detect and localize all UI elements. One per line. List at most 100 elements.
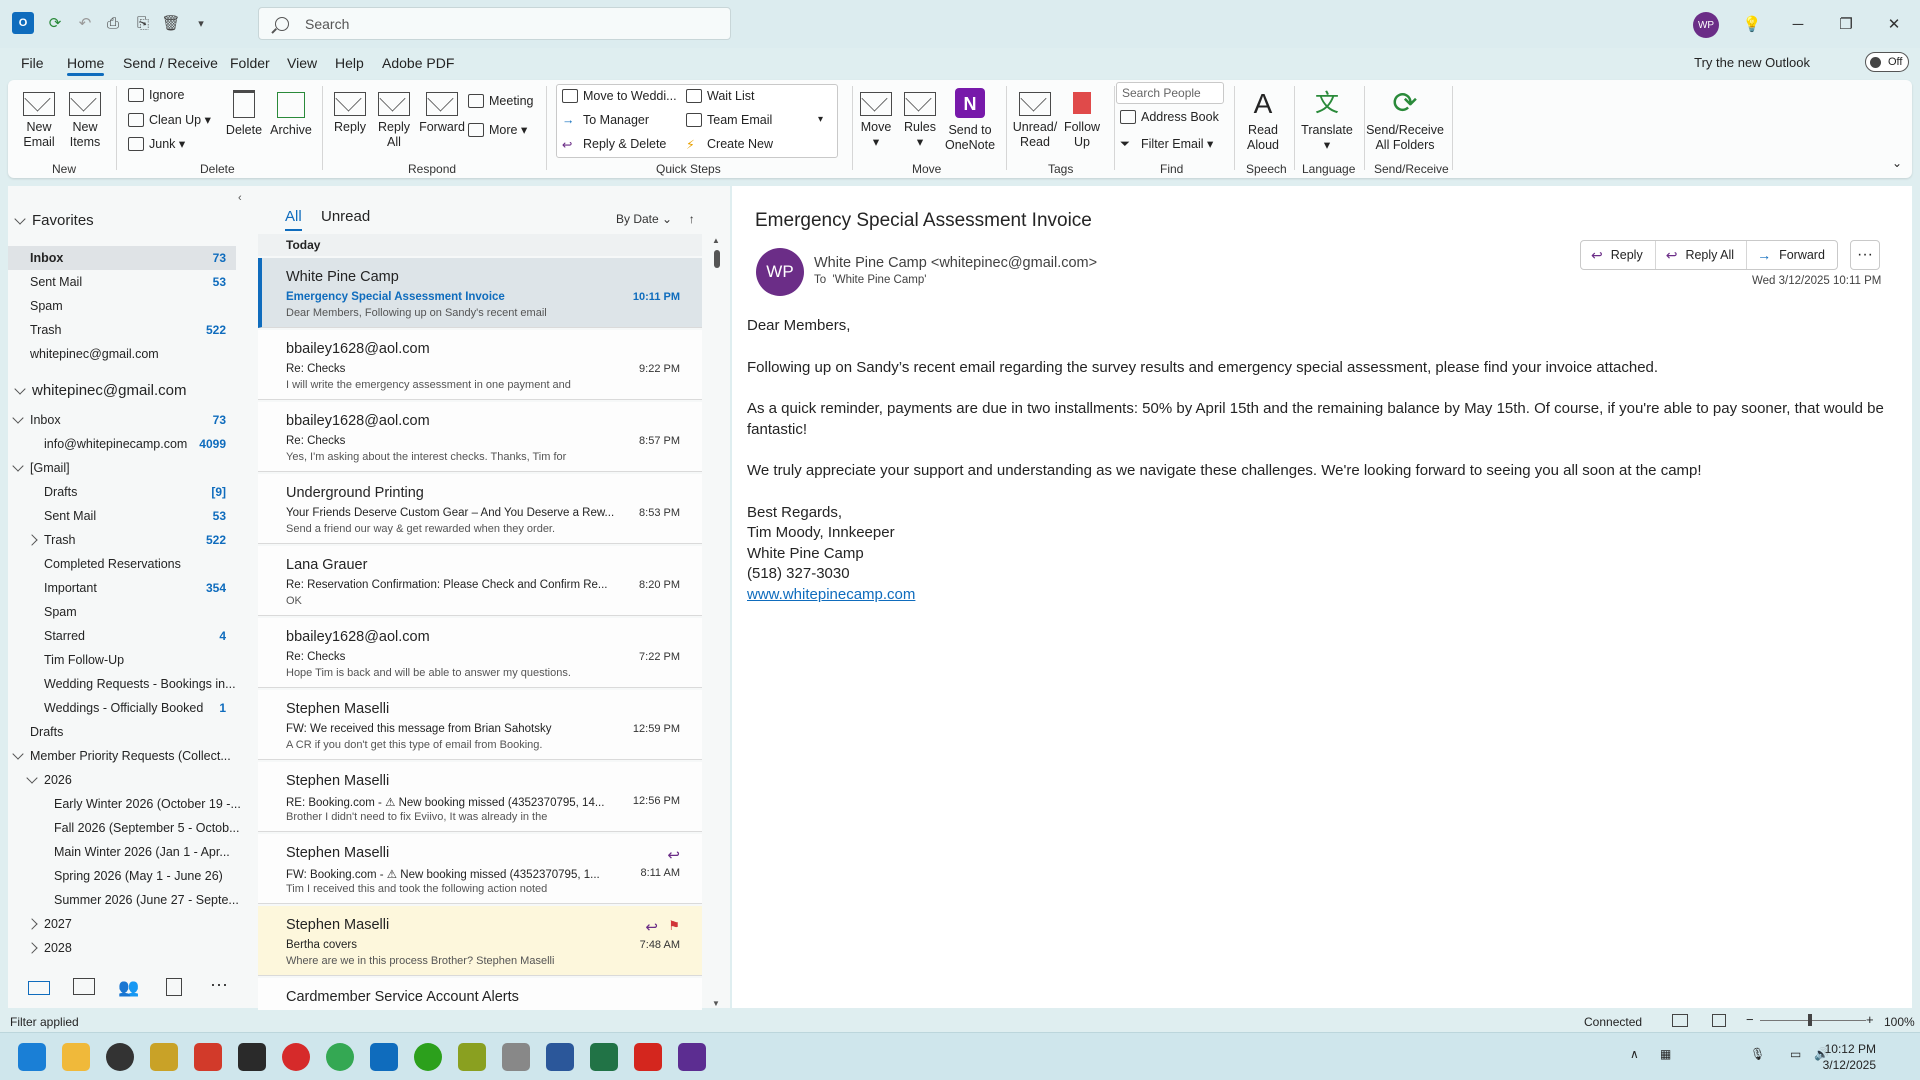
group-header-today[interactable]: Today	[258, 234, 702, 256]
acrobat-icon[interactable]	[634, 1043, 662, 1071]
new-items-button[interactable]: New Items	[64, 88, 106, 150]
filter-email-button[interactable]: ⏷ Filter Email ▾	[1120, 136, 1213, 152]
folder-item[interactable]: Completed Reservations	[8, 552, 236, 576]
folder-item[interactable]: Main Winter 2026 (Jan 1 - Apr...	[8, 840, 236, 864]
junk-button[interactable]: Junk ▾	[128, 136, 185, 151]
sort-direction-icon[interactable]: ↑	[689, 212, 695, 226]
calendar-icon[interactable]	[73, 978, 95, 995]
menu-view[interactable]: View	[287, 55, 317, 71]
reply-action-button[interactable]: ↩ Reply	[1581, 241, 1656, 269]
app-icon-notes[interactable]	[150, 1043, 178, 1071]
menu-file[interactable]: File	[21, 55, 44, 71]
taskbar-clock[interactable]: 10:12 PM 3/12/2025	[1823, 1041, 1876, 1073]
folder-item[interactable]: 2028	[8, 936, 236, 960]
quick-print-icon[interactable]: ⎘	[132, 12, 154, 34]
folder-item[interactable]: 2027	[8, 912, 236, 936]
favorite-item[interactable]: Spam	[8, 294, 236, 318]
move-button[interactable]: Move ▾	[856, 88, 896, 150]
folder-item[interactable]: Inbox 73	[8, 408, 236, 432]
forward-button[interactable]: Forward	[418, 88, 466, 135]
chrome-icon[interactable]	[326, 1043, 354, 1071]
qs-to-manager[interactable]: → To Manager	[562, 113, 649, 127]
microphone-icon[interactable]: 🎙	[1750, 1047, 1765, 1061]
folder-item[interactable]: Early Winter 2026 (October 19 -...	[8, 792, 241, 816]
outlook-taskbar-icon[interactable]	[370, 1043, 398, 1071]
app-icon-dark[interactable]	[238, 1043, 266, 1071]
message-list-scrollbar[interactable]: ▲ ▼	[712, 236, 722, 1008]
folder-item[interactable]: Spring 2026 (May 1 - June 26)	[8, 864, 236, 888]
reply-all-button[interactable]: Reply All	[374, 88, 414, 150]
qs-wait-list[interactable]: Wait List	[686, 89, 754, 103]
search-people-input[interactable]: Search People	[1116, 82, 1224, 104]
qs-team-email[interactable]: Team Email	[686, 113, 772, 127]
print-icon[interactable]: ⎙	[102, 12, 124, 34]
reply-all-action-button[interactable]: ↩ Reply All	[1656, 241, 1748, 269]
chevron-down-icon[interactable]	[12, 460, 24, 472]
menu-home[interactable]: Home	[67, 55, 105, 76]
zoom-in-icon[interactable]: +	[1866, 1012, 1874, 1027]
favorite-item[interactable]: Inbox 73	[8, 246, 236, 270]
message-row[interactable]: Stephen Maselli FW: Booking.com - ⚠ New b…	[258, 834, 702, 904]
favorites-header[interactable]: Favorites	[14, 212, 94, 229]
excel-icon[interactable]	[590, 1043, 618, 1071]
menu-send-receive[interactable]: Send / Receive	[123, 55, 218, 71]
reply-button[interactable]: Reply	[330, 88, 370, 135]
chevron-down-icon[interactable]	[12, 748, 24, 760]
undo-icon[interactable]: ↶	[74, 12, 96, 34]
tray-app-icon[interactable]: ▦	[1660, 1047, 1671, 1061]
flag-icon[interactable]: ⚑	[668, 918, 680, 934]
qs-reply-delete[interactable]: ↩ Reply & Delete	[562, 137, 666, 152]
close-button[interactable]: ✕	[1882, 12, 1906, 36]
clean-up-button[interactable]: Clean Up ▾	[128, 112, 211, 127]
collapse-pane-icon[interactable]: ‹	[238, 192, 242, 204]
folder-item[interactable]: Trash 522	[8, 528, 236, 552]
chevron-down-icon[interactable]	[26, 772, 38, 784]
qs-create-new[interactable]: ⚡ Create New	[686, 137, 773, 152]
forward-action-button[interactable]: → Forward	[1747, 241, 1837, 269]
folder-item[interactable]: Drafts [9]	[8, 480, 236, 504]
meeting-button[interactable]: Meeting	[468, 94, 533, 108]
normal-view-icon[interactable]	[1672, 1014, 1688, 1027]
send-receive-icon[interactable]: ⟳	[44, 12, 66, 34]
rules-button[interactable]: Rules ▾	[900, 88, 940, 150]
sender-avatar[interactable]: WP	[756, 248, 804, 296]
new-email-button[interactable]: New Email	[18, 88, 60, 150]
favorite-item[interactable]: Sent Mail 53	[8, 270, 236, 294]
people-icon[interactable]: 👥	[118, 978, 140, 998]
app-icon-printer[interactable]	[502, 1043, 530, 1071]
zoom-slider[interactable]	[1760, 1020, 1866, 1021]
signature-website-link[interactable]: www.whitepinecamp.com	[747, 586, 915, 603]
message-row[interactable]: Lana Grauer Re: Reservation Confirmation:…	[258, 546, 702, 616]
folder-item[interactable]: Spam	[8, 600, 236, 624]
folder-item[interactable]: Drafts	[8, 720, 236, 744]
favorite-item[interactable]: Trash 522	[8, 318, 236, 342]
delete-button[interactable]: Delete	[224, 88, 264, 138]
ignore-button[interactable]: Ignore	[128, 88, 184, 102]
tab-all[interactable]: All	[285, 208, 302, 231]
send-to-onenote-button[interactable]: N Send to OneNote	[942, 88, 998, 153]
quickbooks-icon[interactable]	[414, 1043, 442, 1071]
mail-icon[interactable]	[28, 981, 50, 995]
archive-button[interactable]: Archive	[268, 88, 314, 138]
lightbulb-icon[interactable]: 💡	[1740, 12, 1764, 36]
folder-item[interactable]: [Gmail]	[8, 456, 236, 480]
folder-item[interactable]: info@whitepinecamp.com 4099	[8, 432, 236, 456]
word-icon[interactable]	[546, 1043, 574, 1071]
folder-item[interactable]: Sent Mail 53	[8, 504, 236, 528]
minimize-button[interactable]: ─	[1786, 12, 1810, 36]
quick-steps-expand-icon[interactable]: ▾	[818, 114, 823, 125]
zoom-out-icon[interactable]: −	[1746, 1012, 1754, 1027]
address-book-button[interactable]: Address Book	[1120, 110, 1219, 124]
delete-icon[interactable]: 🗑	[160, 12, 182, 34]
read-aloud-button[interactable]: A Read Aloud	[1240, 88, 1286, 153]
more-apps-icon[interactable]: ···	[210, 974, 232, 994]
qs-move-to-weddings[interactable]: Move to Weddi...	[562, 89, 677, 103]
menu-help[interactable]: Help	[335, 55, 364, 71]
app-icon-c[interactable]	[106, 1043, 134, 1071]
folder-item[interactable]: Starred 4	[8, 624, 236, 648]
message-row[interactable]: Stephen Maselli RE: Booking.com - ⚠ New b…	[258, 762, 702, 832]
chevron-right-icon[interactable]	[26, 918, 38, 930]
favorite-item[interactable]: whitepinec@gmail.com	[8, 342, 236, 366]
folder-item[interactable]: Important 354	[8, 576, 236, 600]
file-explorer-icon[interactable]	[62, 1043, 90, 1071]
